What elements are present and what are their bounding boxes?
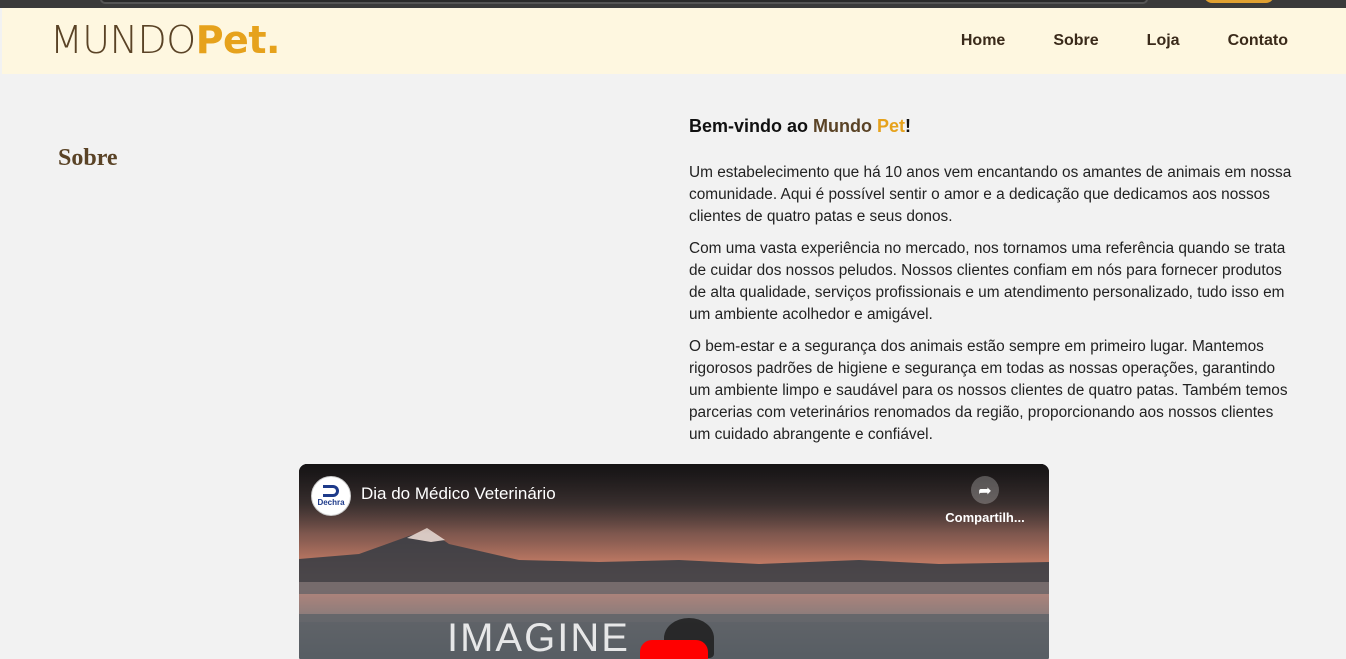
dechra-d-icon [323, 485, 339, 497]
channel-logo-text: Dechra [317, 498, 345, 507]
main-nav: Home Sobre Loja Contato [961, 8, 1288, 74]
about-paragraph-2: Com uma vasta experiência no mercado, no… [689, 240, 1286, 323]
nav-sobre[interactable]: Sobre [1053, 32, 1098, 50]
about-content: Bem-vindo ao Mundo Pet! Um estabelecimen… [689, 114, 1294, 456]
youtube-video-embed[interactable]: Dechra Dia do Médico Veterinário ➦ Compa… [299, 464, 1049, 659]
browser-top-strip [0, 0, 1346, 8]
welcome-suffix: ! [905, 116, 912, 136]
section-title: Sobre [58, 145, 118, 171]
welcome-pet: Pet [877, 116, 906, 136]
about-paragraph-1: Um estabelecimento que há 10 anos vem en… [689, 164, 1292, 225]
logo-mundo: MUNDO [50, 18, 196, 62]
about-paragraph-3: O bem-estar e a segurança dos animais es… [689, 338, 1288, 443]
welcome-mundo: Mundo [813, 116, 872, 136]
video-frame-text: IMAGINE [447, 616, 630, 659]
logo-pet: Pet. [195, 18, 281, 62]
channel-logo[interactable]: Dechra [311, 476, 351, 516]
site-logo[interactable]: MUNDOPet. [50, 20, 280, 60]
share-icon: ➦ [971, 476, 999, 504]
play-button[interactable] [640, 640, 708, 659]
share-button[interactable]: ➦ Compartilh... [943, 476, 1027, 525]
share-label: Compartilh... [945, 510, 1025, 525]
address-bar[interactable] [100, 0, 1148, 4]
site-header: MUNDOPet. Home Sobre Loja Contato [2, 8, 1346, 74]
video-title[interactable]: Dia do Médico Veterinário [361, 484, 556, 504]
welcome-prefix: Bem-vindo ao [689, 116, 814, 136]
nav-contato[interactable]: Contato [1228, 32, 1288, 50]
browser-action-pill[interactable] [1204, 0, 1274, 3]
nav-loja[interactable]: Loja [1147, 32, 1180, 50]
nav-home[interactable]: Home [961, 32, 1005, 50]
welcome-heading: Bem-vindo ao Mundo Pet! [689, 114, 1294, 138]
